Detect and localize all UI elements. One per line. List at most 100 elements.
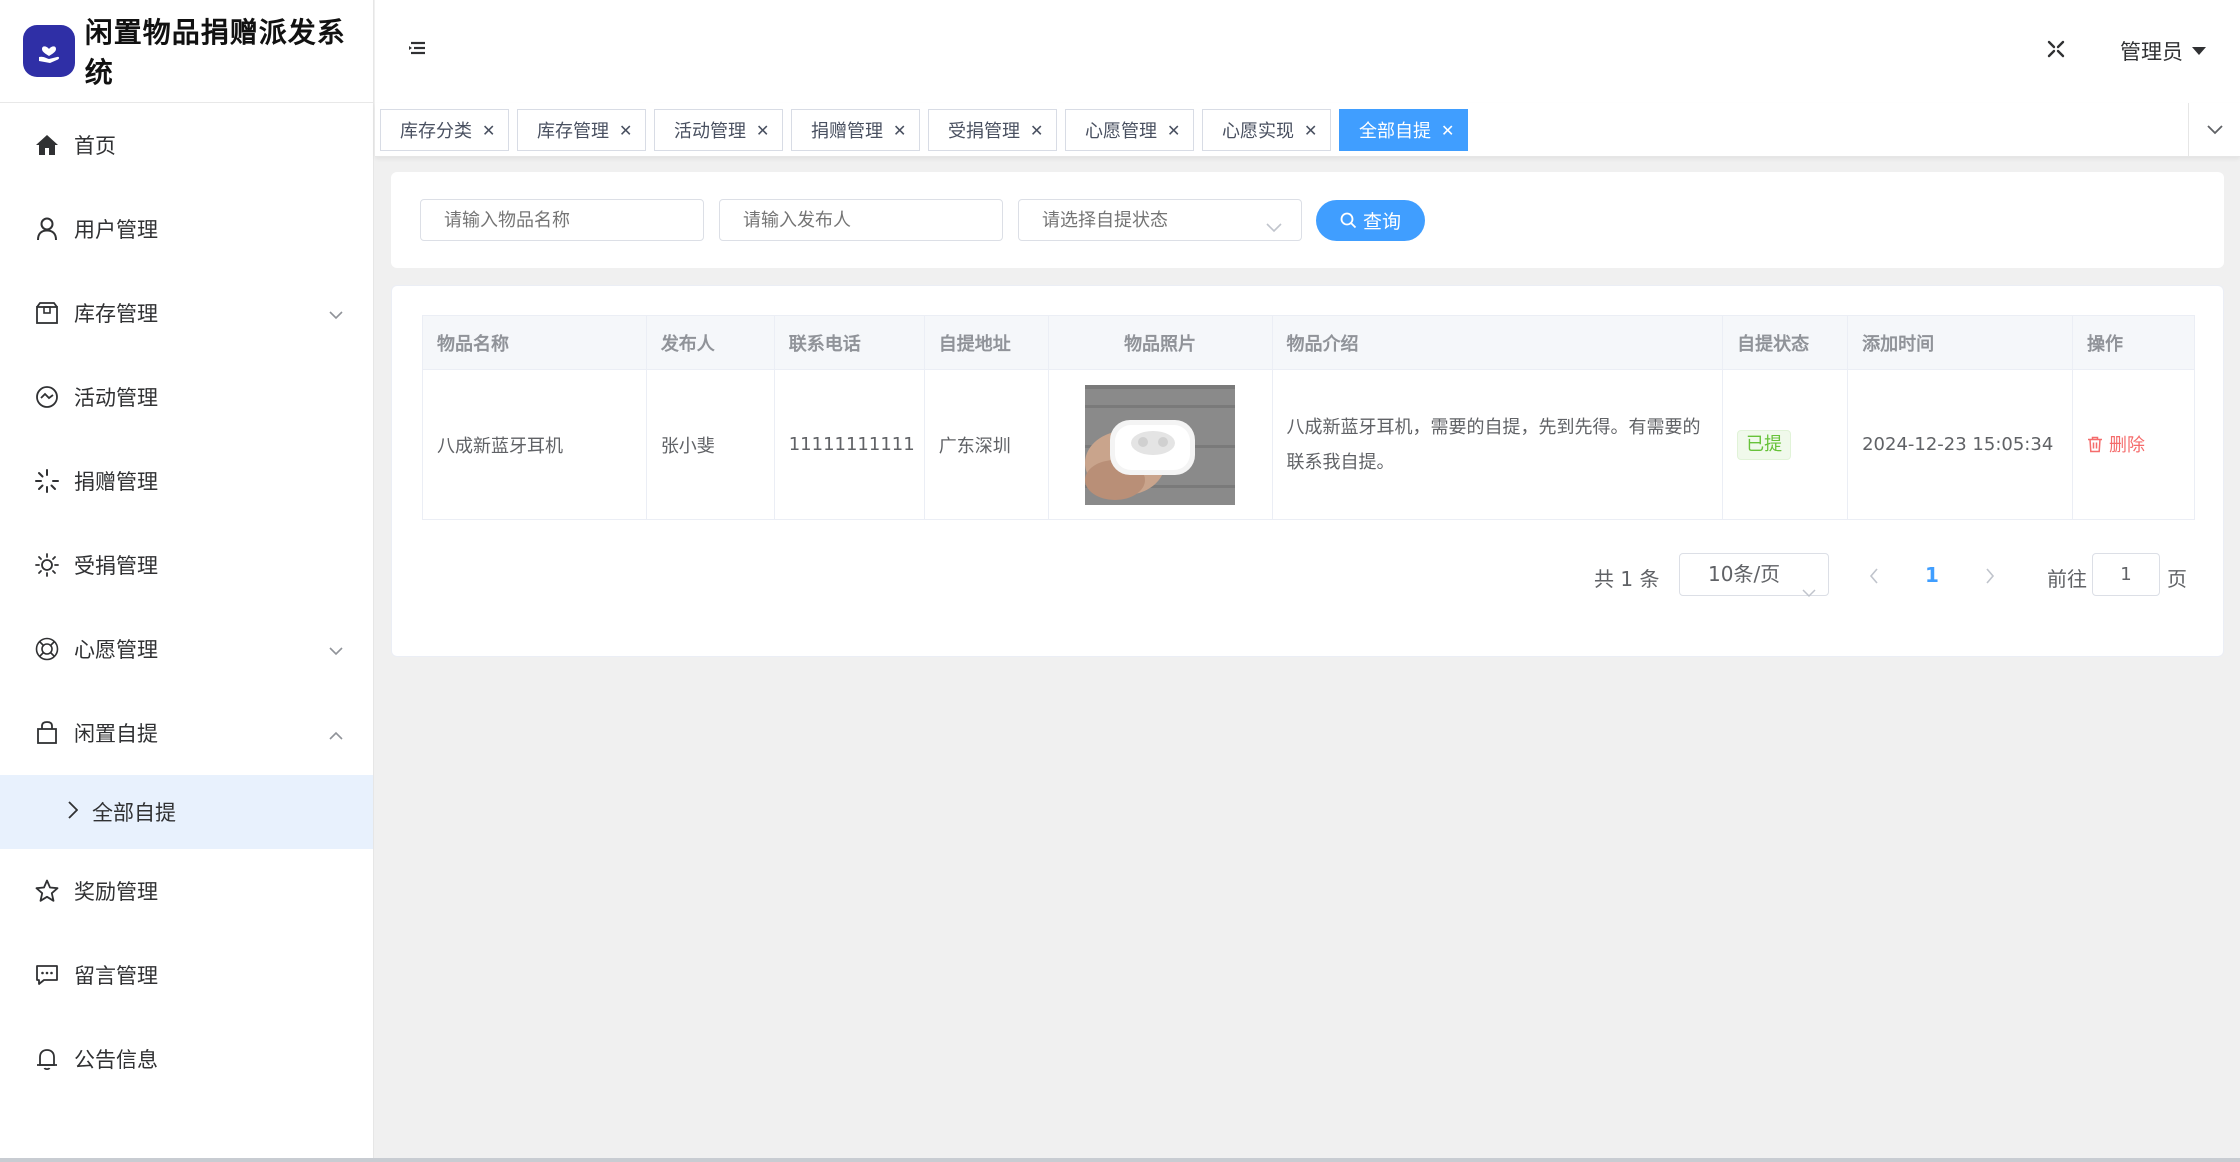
cell-status: 已提 xyxy=(1722,369,1849,520)
help-icon xyxy=(34,636,60,662)
app-title: 闲置物品捐赠派发系统 xyxy=(84,16,346,89)
sidebar-item-users[interactable]: 用户管理 xyxy=(0,187,373,271)
tab-wish[interactable]: 心愿管理 ✕ xyxy=(1065,109,1195,151)
page-number[interactable]: 1 xyxy=(1925,563,1939,587)
sidebar-item-activity[interactable]: 活动管理 xyxy=(0,355,373,439)
close-icon[interactable]: ✕ xyxy=(1167,121,1180,140)
search-card: 查询 xyxy=(391,172,2224,268)
status-badge: 已提 xyxy=(1737,429,1792,460)
user-name: 管理员 xyxy=(2120,40,2183,64)
delete-button[interactable]: 删除 xyxy=(2087,431,2145,457)
sidebar-item-label: 公告信息 xyxy=(74,1048,158,1072)
tab-label: 全部自提 xyxy=(1359,121,1431,142)
sidebar-item-wish[interactable]: 心愿管理 xyxy=(0,607,373,691)
search-icon xyxy=(1340,212,1357,229)
column-header: 联系电话 xyxy=(773,315,925,370)
earbuds-photo[interactable] xyxy=(1085,384,1236,505)
sidebar-subitem-label: 全部自提 xyxy=(92,801,176,825)
column-header: 操作 xyxy=(2071,315,2196,370)
chevron-down-icon xyxy=(1266,214,1282,238)
sidebar-item-label: 库存管理 xyxy=(74,302,158,326)
sidebar-item-donation[interactable]: 捐赠管理 xyxy=(0,439,373,523)
logo-bar: 闲置物品捐赠派发系统 xyxy=(0,0,373,103)
tab-label: 受捐管理 xyxy=(948,121,1020,142)
cell-item-name: 八成新蓝牙耳机 xyxy=(422,369,647,520)
column-header: 添加时间 xyxy=(1847,315,2073,370)
column-header: 物品名称 xyxy=(422,315,647,370)
pickup-table: 物品名称 发布人 联系电话 自提地址 物品照片 物品介绍 自提状态 添加时间 操… xyxy=(422,315,2196,520)
sidebar-item-label: 首页 xyxy=(74,134,116,158)
goto-page-input[interactable] xyxy=(2092,553,2160,596)
tab-donation[interactable]: 捐赠管理 ✕ xyxy=(791,109,921,151)
sidebar-item-label: 受捐管理 xyxy=(74,554,158,578)
sidebar-subitem-all-pickup[interactable]: 全部自提 xyxy=(0,775,373,849)
tab-label: 捐赠管理 xyxy=(811,121,883,142)
tab-all-pickup[interactable]: 全部自提 ✕ xyxy=(1339,109,1469,151)
close-icon[interactable]: ✕ xyxy=(1030,121,1043,140)
close-icon[interactable]: ✕ xyxy=(619,121,632,140)
box-icon xyxy=(34,300,60,326)
logo-icon xyxy=(23,25,75,77)
sidebar-item-label: 捐赠管理 xyxy=(74,470,158,494)
sidebar-item-message[interactable]: 留言管理 xyxy=(0,933,373,1017)
tab-label: 库存管理 xyxy=(537,121,609,142)
column-header: 物品介绍 xyxy=(1271,315,1724,370)
next-page-button[interactable] xyxy=(1985,565,1995,589)
caret-down-icon xyxy=(2192,47,2206,55)
cell-address: 广东深圳 xyxy=(923,369,1049,520)
chevron-right-icon xyxy=(1986,568,1995,584)
table-row: 八成新蓝牙耳机 张小斐 11111111111 广东深圳 八成新蓝牙耳机，需要的… xyxy=(422,369,2196,520)
tab-wish-fulfilled[interactable]: 心愿实现 ✕ xyxy=(1202,109,1332,151)
cell-time: 2024-12-23 15:05:34 xyxy=(1847,369,2073,520)
prev-page-button[interactable] xyxy=(1869,565,1879,589)
user-menu[interactable]: 管理员 xyxy=(2120,36,2206,66)
cell-photo xyxy=(1047,369,1273,520)
pagination: 共 1 条 10条/页 1 前往 页 xyxy=(392,552,2223,598)
cell-phone: 11111111111 xyxy=(773,369,925,520)
close-icon[interactable]: ✕ xyxy=(482,121,495,140)
column-header: 自提状态 xyxy=(1722,315,1849,370)
chevron-down-icon xyxy=(329,637,343,661)
header: 管理员 xyxy=(375,0,2240,103)
sidebar-item-label: 留言管理 xyxy=(74,964,158,988)
table-card: 物品名称 发布人 联系电话 自提地址 物品照片 物品介绍 自提状态 添加时间 操… xyxy=(391,285,2224,657)
chevron-right-icon xyxy=(68,800,79,824)
column-header: 发布人 xyxy=(645,315,775,370)
delete-label: 删除 xyxy=(2108,435,2145,457)
fullscreen-icon[interactable] xyxy=(2047,39,2065,63)
chevron-up-icon xyxy=(329,721,343,745)
sidebar-item-inventory[interactable]: 库存管理 xyxy=(0,271,373,355)
close-icon[interactable]: ✕ xyxy=(1304,121,1317,140)
tab-inventory[interactable]: 库存管理 ✕ xyxy=(517,109,647,151)
hamburger-icon[interactable] xyxy=(408,38,428,62)
bell-icon xyxy=(34,1046,60,1072)
sun-icon xyxy=(34,552,60,578)
tab-receive[interactable]: 受捐管理 ✕ xyxy=(928,109,1058,151)
tab-activity[interactable]: 活动管理 ✕ xyxy=(654,109,784,151)
tab-label: 心愿实现 xyxy=(1222,121,1294,142)
column-header: 自提地址 xyxy=(923,315,1049,370)
close-icon[interactable]: ✕ xyxy=(893,121,906,140)
publisher-input[interactable] xyxy=(719,199,1003,241)
sidebar-item-home[interactable]: 首页 xyxy=(0,103,373,187)
cell-publisher: 张小斐 xyxy=(645,369,775,520)
search-button-label: 查询 xyxy=(1362,212,1401,233)
tags-view: 库存分类 ✕ 库存管理 ✕ 活动管理 ✕ 捐赠管理 ✕ 受捐管理 ✕ 心愿管理 … xyxy=(375,103,2240,157)
tab-inventory-category[interactable]: 库存分类 ✕ xyxy=(380,109,510,151)
close-icon[interactable]: ✕ xyxy=(756,121,769,140)
tabs-dropdown-button[interactable] xyxy=(2188,103,2240,157)
table-header-row: 物品名称 发布人 联系电话 自提地址 物品照片 物品介绍 自提状态 添加时间 操… xyxy=(422,315,2196,370)
sidebar-item-notice[interactable]: 公告信息 xyxy=(0,1017,373,1101)
status-select[interactable] xyxy=(1018,199,1302,241)
sidebar-item-label: 奖励管理 xyxy=(74,880,158,904)
column-header: 物品照片 xyxy=(1047,315,1273,370)
item-name-input[interactable] xyxy=(420,199,704,241)
sidebar-item-pickup[interactable]: 闲置自提 xyxy=(0,691,373,775)
sidebar-item-receive[interactable]: 受捐管理 xyxy=(0,523,373,607)
tab-label: 心愿管理 xyxy=(1085,121,1157,142)
search-button[interactable]: 查询 xyxy=(1316,200,1425,241)
page-size-select[interactable]: 10条/页 xyxy=(1679,553,1829,598)
close-icon[interactable]: ✕ xyxy=(1441,121,1454,140)
sidebar-item-reward[interactable]: 奖励管理 xyxy=(0,849,373,933)
sidebar-item-label: 用户管理 xyxy=(74,218,158,242)
